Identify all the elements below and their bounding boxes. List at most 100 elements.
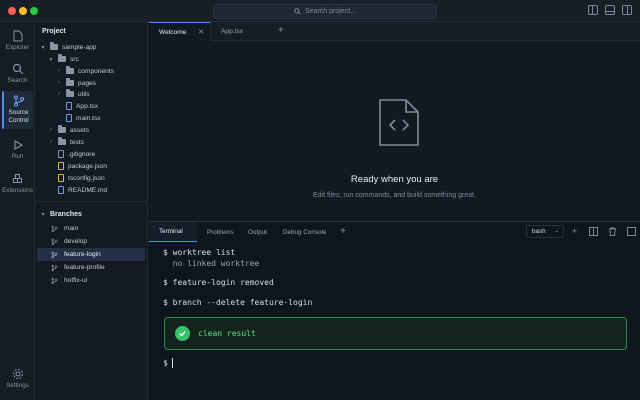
tree-item-label: src: [70, 55, 79, 63]
tree-item-main-tsx[interactable]: main.tsx: [35, 112, 101, 124]
toggle-right-panel-icon[interactable]: [622, 5, 632, 15]
close-window-button[interactable]: [8, 7, 16, 15]
minimize-window-button[interactable]: [19, 7, 27, 15]
activity-search-label: Search: [7, 77, 28, 84]
tab-terminal[interactable]: Terminal: [149, 222, 197, 242]
maximize-panel-icon[interactable]: [627, 227, 636, 236]
shell-select[interactable]: bash ⌄: [526, 225, 564, 238]
branch-item-feature-login[interactable]: feature-login: [37, 248, 145, 261]
file-icon: [66, 114, 72, 122]
close-icon[interactable]: ✕: [198, 28, 204, 36]
branches-title: Branches: [50, 210, 82, 218]
search-icon: [294, 8, 301, 15]
tree-item-components[interactable]: › components: [35, 65, 114, 77]
tree-item-assets[interactable]: › assets: [35, 124, 89, 136]
tab-output[interactable]: Output: [238, 222, 274, 242]
tree-item-label: README.md: [68, 186, 108, 194]
chevron-down-icon: ▾: [49, 56, 53, 63]
new-terminal-tab-button[interactable]: +: [340, 226, 346, 237]
app-window: Search project... Explorer Search Source…: [0, 0, 640, 400]
maximize-window-button[interactable]: [30, 7, 38, 15]
tree-item-readme[interactable]: README.md: [35, 184, 107, 196]
file-icon: [66, 102, 72, 110]
chevron-right-icon: ›: [58, 80, 60, 86]
new-tab-button[interactable]: +: [278, 25, 284, 36]
branch-item-feature-profile[interactable]: feature-profile: [37, 261, 145, 274]
tab-debug-console[interactable]: Debug Console: [273, 222, 333, 242]
files-icon: [13, 30, 22, 42]
activity-extensions-label: Extensions: [2, 187, 33, 194]
sidebar-divider: [35, 201, 148, 202]
tab-label: Welcome: [159, 28, 187, 36]
folder-icon: [58, 54, 66, 62]
folder-icon: [66, 89, 74, 97]
terminal-line: no linked worktree: [163, 259, 260, 268]
branch-label: feature-login: [64, 251, 101, 258]
activity-search[interactable]: Search: [2, 59, 33, 89]
activity-explorer[interactable]: Explorer: [2, 26, 33, 56]
tab-label: Terminal: [159, 228, 183, 235]
tree-item-src[interactable]: ▾ src: [35, 53, 79, 65]
tree-item-label: package.json: [68, 162, 107, 170]
editor-tabs: Welcome ✕ App.tsx +: [149, 22, 640, 41]
tab-welcome[interactable]: Welcome ✕: [149, 22, 211, 41]
search-icon: [12, 63, 23, 75]
terminal-prompt-line[interactable]: $: [163, 358, 173, 368]
tree-item-utils[interactable]: › utils: [35, 88, 90, 100]
toggle-bottom-panel-icon[interactable]: [605, 5, 615, 15]
tab-problems[interactable]: Problems: [197, 222, 237, 242]
tree-item-tsconfig-json[interactable]: tsconfig.json: [35, 172, 105, 184]
tree-item-gitignore[interactable]: .gitignore: [35, 148, 95, 160]
chevron-down-icon: ⌄: [553, 228, 559, 234]
branch-item-hotfix-ui[interactable]: hotfix-ui: [37, 274, 145, 287]
tree-item-label: assets: [70, 126, 90, 134]
tab-label: Output: [248, 228, 267, 236]
folder-icon: [58, 137, 66, 145]
add-terminal-icon[interactable]: +: [570, 227, 579, 236]
split-terminal-icon[interactable]: [589, 227, 598, 236]
toggle-left-panel-icon[interactable]: [588, 5, 598, 15]
folder-icon: [50, 42, 58, 50]
chevron-right-icon: ›: [50, 127, 52, 133]
branch-icon: [51, 225, 58, 232]
branch-label: feature-profile: [64, 264, 105, 271]
search-input[interactable]: Search project...: [213, 4, 437, 19]
chevron-right-icon: ›: [50, 139, 52, 145]
branch-item-develop[interactable]: develop: [37, 235, 145, 248]
activity-run[interactable]: Run: [2, 135, 33, 165]
json-file-icon: [58, 174, 64, 182]
branch-item-main[interactable]: main: [37, 222, 145, 235]
panel-tabs: Terminal Problems Output Debug Console +…: [149, 222, 640, 242]
activity-explorer-label: Explorer: [5, 44, 30, 51]
tree-item-sample-app[interactable]: ▾ sample-app: [35, 41, 96, 53]
activity-source-control[interactable]: Source Control: [2, 91, 33, 129]
extensions-icon: [12, 174, 22, 183]
branch-icon: [51, 277, 58, 284]
layout-controls: [588, 5, 632, 15]
branch-icon: [13, 95, 24, 107]
activity-settings-label: Settings: [6, 382, 29, 389]
text-cursor: [171, 358, 173, 368]
chevron-down-icon: ▾: [41, 44, 45, 51]
chevron-right-icon: ›: [58, 91, 60, 97]
folder-icon: [58, 125, 66, 133]
sidebar: Project ▾ sample-app ▾ src › components …: [35, 22, 148, 400]
play-icon: [13, 140, 23, 150]
project-title: Project: [42, 28, 66, 35]
folder-icon: [66, 78, 74, 86]
tab-app-tsx[interactable]: App.tsx: [211, 22, 271, 41]
prompt-symbol: $: [163, 358, 168, 368]
branches-header[interactable]: ▾ Branches: [35, 208, 82, 220]
activity-settings[interactable]: Settings: [2, 364, 33, 394]
activity-source-control-label: Source Control: [8, 109, 29, 124]
trash-icon[interactable]: [608, 227, 617, 236]
tree-item-label: utils: [78, 90, 90, 98]
tree-item-label: components: [78, 67, 114, 75]
tree-item-package-json[interactable]: package.json: [35, 160, 107, 172]
chevron-down-icon: ▾: [41, 211, 45, 218]
activity-extensions[interactable]: Extensions: [2, 169, 33, 199]
markdown-file-icon: [58, 186, 64, 194]
tree-item-tests[interactable]: › tests: [35, 136, 84, 148]
tree-item-app-tsx[interactable]: App.tsx: [35, 100, 98, 112]
terminal-line: $ feature-login removed: [163, 278, 274, 287]
